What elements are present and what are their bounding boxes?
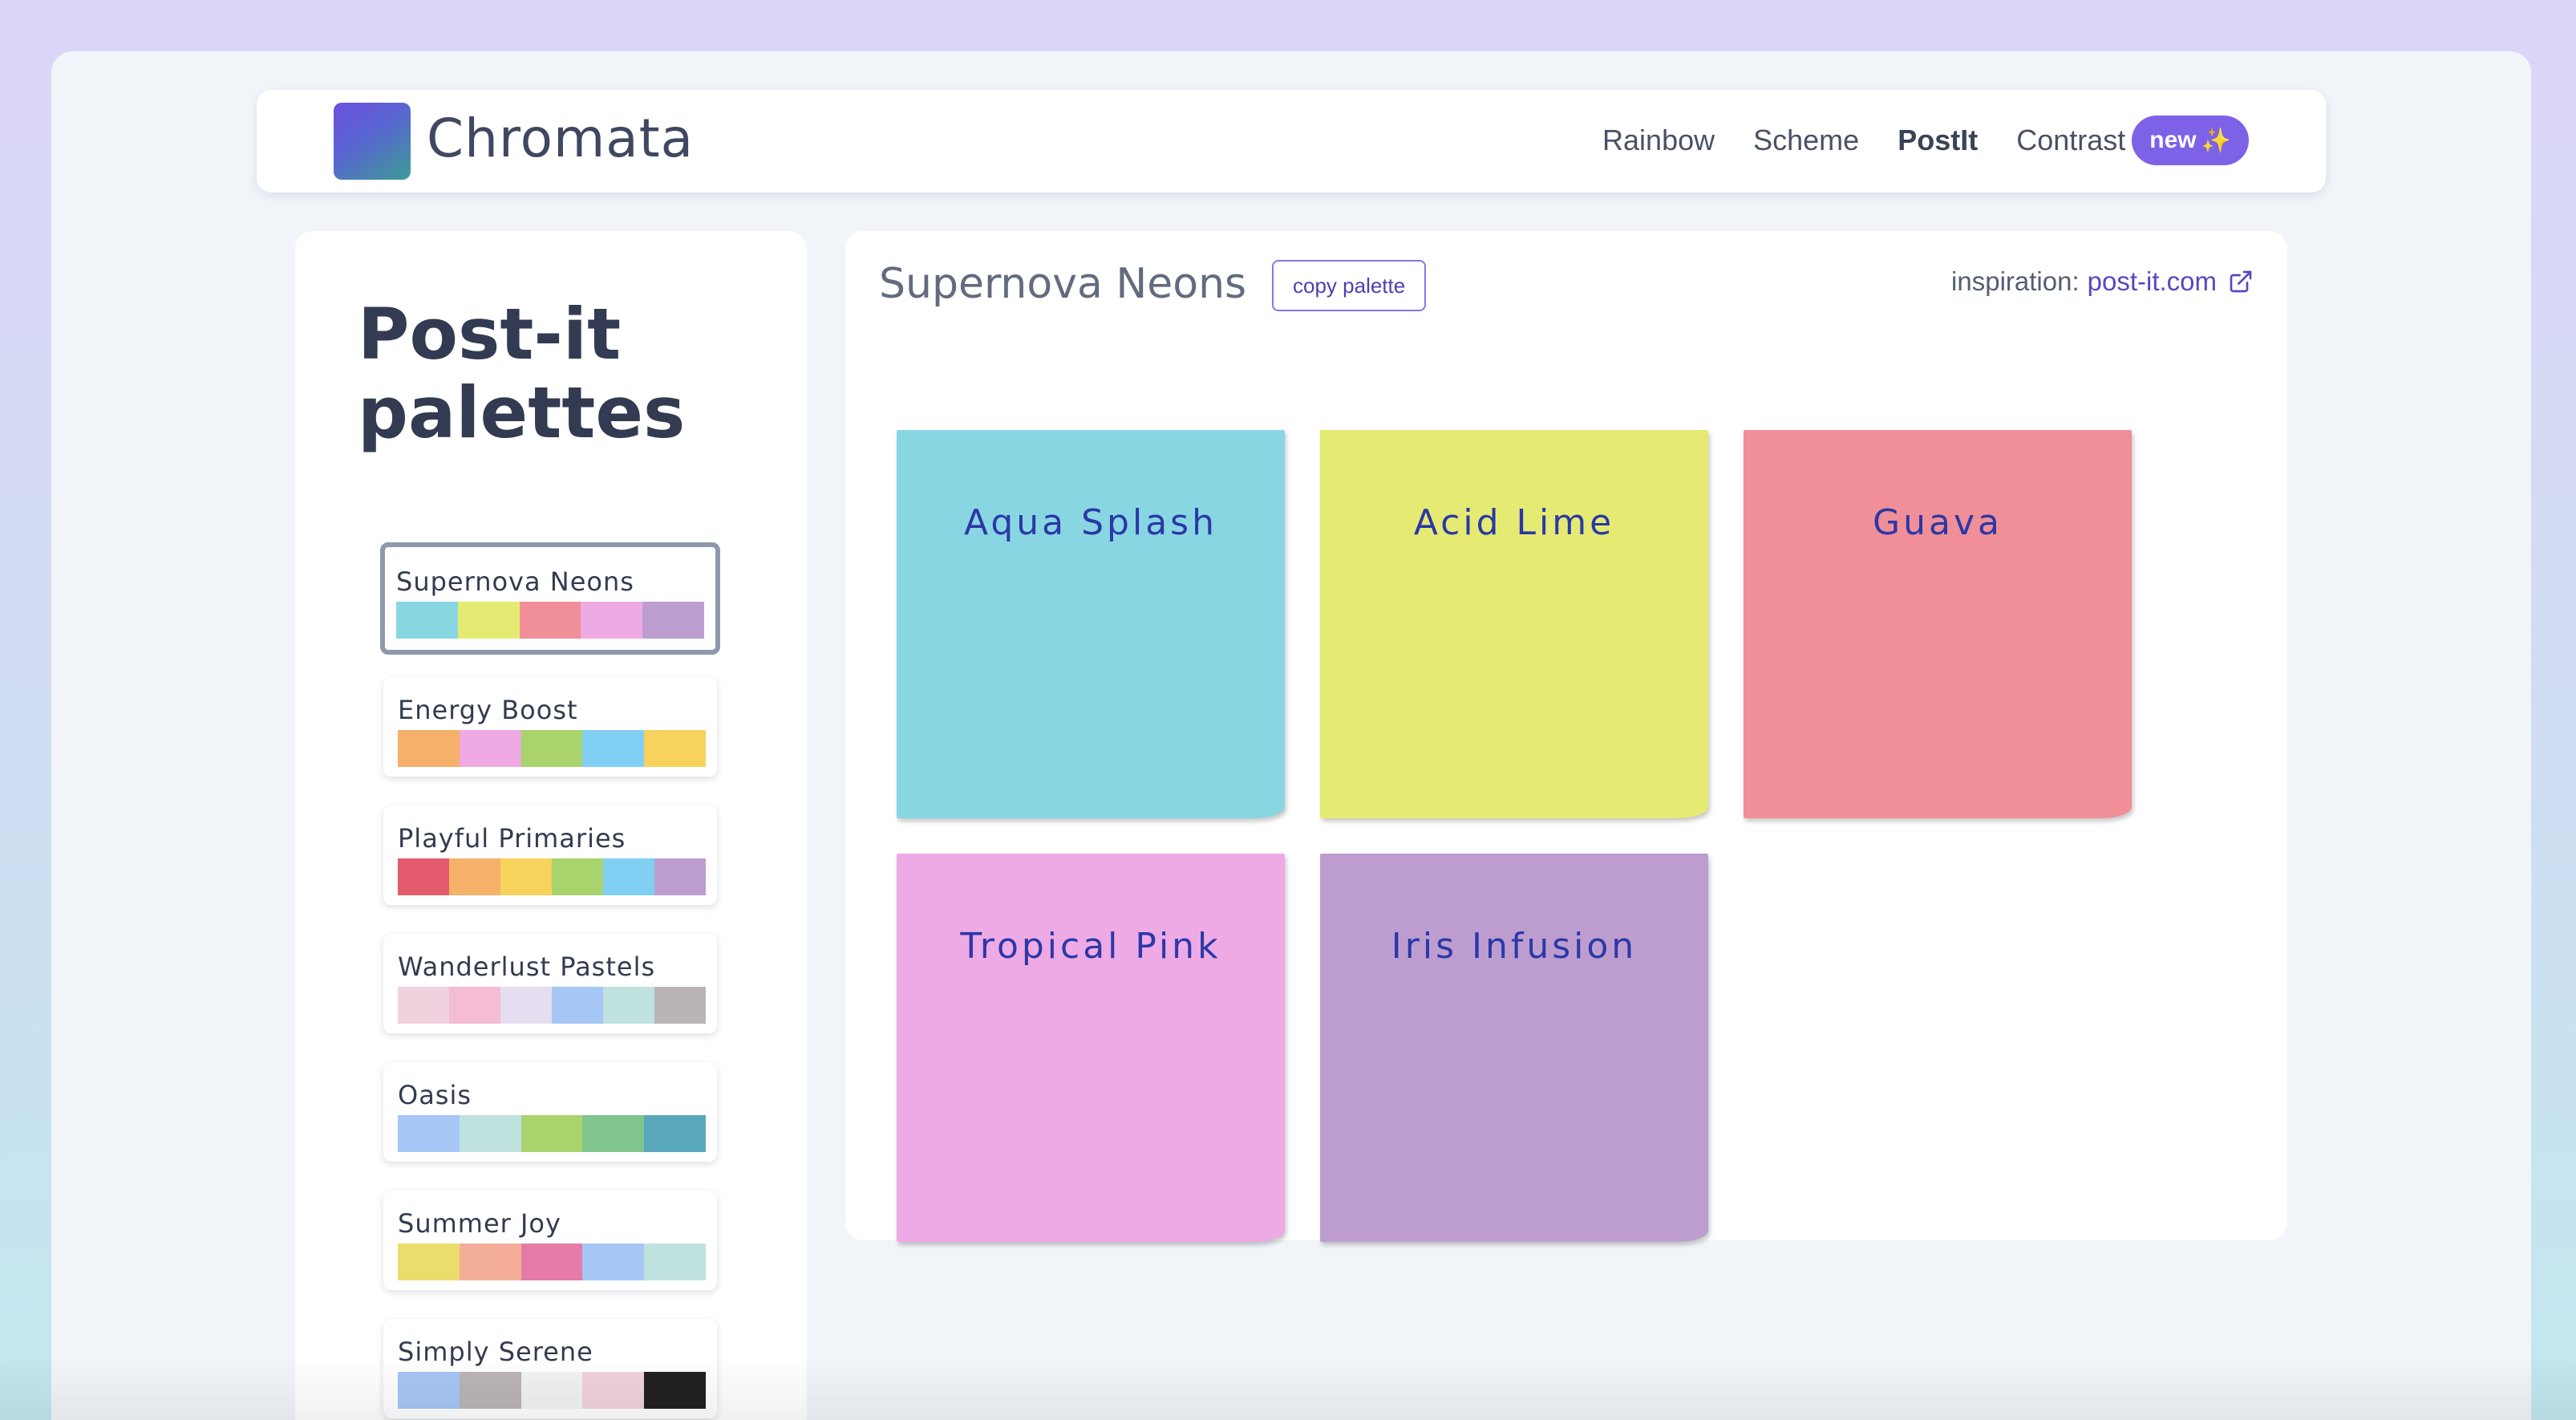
color-swatch bbox=[654, 858, 706, 895]
sticky-note[interactable]: Iris Infusion bbox=[1320, 854, 1708, 1242]
color-swatch bbox=[398, 730, 460, 767]
inspiration-label: inspiration: bbox=[1951, 266, 2080, 296]
palette-name: Energy Boost bbox=[398, 695, 578, 725]
palette-name: Oasis bbox=[398, 1080, 472, 1110]
nav-scheme[interactable]: Scheme bbox=[1753, 124, 1859, 157]
palette-name: Summer Joy bbox=[398, 1208, 561, 1239]
color-swatch bbox=[644, 1372, 706, 1409]
copy-palette-button[interactable]: copy palette bbox=[1272, 260, 1427, 311]
color-swatch bbox=[449, 987, 500, 1024]
color-swatch bbox=[603, 858, 654, 895]
color-swatch bbox=[654, 987, 706, 1024]
color-swatch bbox=[520, 1244, 583, 1280]
palette-title: Supernova Neons bbox=[879, 260, 1247, 308]
sticky-note[interactable]: Acid Lime bbox=[1320, 430, 1708, 818]
sticky-note[interactable]: Guava bbox=[1744, 430, 2132, 818]
palette-swatches bbox=[398, 987, 706, 1024]
brand-name[interactable]: Chromata bbox=[427, 108, 694, 169]
color-swatch bbox=[398, 858, 449, 895]
color-swatch bbox=[603, 987, 654, 1024]
sticky-note-label: Acid Lime bbox=[1413, 502, 1615, 543]
nav-contrast[interactable]: Contrast bbox=[2016, 124, 2125, 157]
color-swatch bbox=[457, 602, 520, 639]
color-swatch bbox=[582, 1372, 645, 1409]
color-swatch bbox=[459, 730, 521, 767]
palette-card[interactable]: Playful Primaries bbox=[383, 805, 717, 905]
color-swatch bbox=[396, 602, 458, 639]
color-swatch bbox=[398, 987, 449, 1024]
color-swatch bbox=[644, 1115, 706, 1152]
palette-detail-panel: Supernova Neons copy palette inspiration… bbox=[845, 231, 2287, 1242]
palette-swatches bbox=[398, 858, 706, 895]
palette-swatches bbox=[398, 1244, 706, 1280]
color-swatch bbox=[644, 730, 706, 767]
color-swatch bbox=[459, 1115, 521, 1152]
sticky-note-label: Iris Infusion bbox=[1391, 926, 1638, 967]
palette-sidebar: Post-it palettes Supernova Neons Energy B… bbox=[295, 231, 807, 1420]
palette-card[interactable]: Wanderlust Pastels bbox=[383, 934, 717, 1033]
external-link-icon[interactable] bbox=[2228, 269, 2254, 294]
color-swatch bbox=[642, 602, 704, 639]
palette-card[interactable]: Simply Serene bbox=[383, 1319, 717, 1418]
color-swatch bbox=[459, 1244, 521, 1280]
sticky-note[interactable]: Aqua Splash bbox=[897, 430, 1285, 818]
color-swatch bbox=[552, 987, 603, 1024]
new-badge-label: new bbox=[2149, 127, 2197, 153]
color-swatch bbox=[500, 858, 552, 895]
color-swatch bbox=[520, 1115, 583, 1152]
color-swatch bbox=[552, 858, 603, 895]
palette-card[interactable]: Supernova Neons bbox=[380, 542, 720, 655]
palette-swatches bbox=[398, 1372, 706, 1409]
color-swatch bbox=[582, 730, 645, 767]
palette-card[interactable]: Energy Boost bbox=[383, 677, 717, 777]
color-swatch bbox=[581, 602, 643, 639]
palette-name: Wanderlust Pastels bbox=[398, 951, 656, 982]
inspiration: inspiration: post-it.com bbox=[1951, 266, 2254, 297]
palette-name: Playful Primaries bbox=[398, 823, 626, 854]
color-swatch bbox=[459, 1372, 521, 1409]
color-swatch bbox=[449, 858, 500, 895]
sticky-note-label: Tropical Pink bbox=[960, 926, 1221, 967]
color-swatch bbox=[520, 1372, 583, 1409]
color-swatch bbox=[644, 1244, 706, 1280]
color-swatch bbox=[398, 1244, 460, 1280]
sidebar-title: Post-it palettes bbox=[358, 293, 686, 454]
sparkles-icon: ✨ bbox=[2201, 127, 2231, 154]
color-swatch bbox=[582, 1244, 645, 1280]
sticky-note-label: Aqua Splash bbox=[964, 502, 1217, 543]
color-swatch bbox=[500, 987, 552, 1024]
palette-card[interactable]: Oasis bbox=[383, 1062, 717, 1162]
color-swatch bbox=[398, 1115, 460, 1152]
top-navbar: Chromata Rainbow Scheme PostIt Contrast … bbox=[257, 90, 2326, 193]
color-swatch bbox=[519, 602, 581, 639]
sticky-note[interactable]: Tropical Pink bbox=[897, 854, 1285, 1242]
palette-card[interactable]: Summer Joy bbox=[383, 1191, 717, 1290]
palette-swatches bbox=[396, 602, 704, 639]
nav-rainbow[interactable]: Rainbow bbox=[1602, 124, 1715, 157]
palette-swatches bbox=[398, 730, 706, 767]
logo-icon[interactable] bbox=[334, 103, 411, 180]
nav-postit[interactable]: PostIt bbox=[1898, 124, 1978, 157]
inspiration-link[interactable]: post-it.com bbox=[2088, 266, 2217, 297]
palette-swatches bbox=[398, 1115, 706, 1152]
sticky-note-label: Guava bbox=[1873, 502, 2003, 543]
new-badge: new ✨ bbox=[2132, 116, 2249, 165]
palette-name: Simply Serene bbox=[398, 1337, 593, 1367]
color-swatch bbox=[398, 1372, 460, 1409]
color-swatch bbox=[582, 1115, 645, 1152]
app-window: Chromata Rainbow Scheme PostIt Contrast … bbox=[51, 51, 2531, 1420]
main-nav: Rainbow Scheme PostIt Contrast new ✨ bbox=[1564, 116, 2249, 165]
palette-name: Supernova Neons bbox=[396, 566, 634, 597]
color-swatch bbox=[520, 730, 583, 767]
